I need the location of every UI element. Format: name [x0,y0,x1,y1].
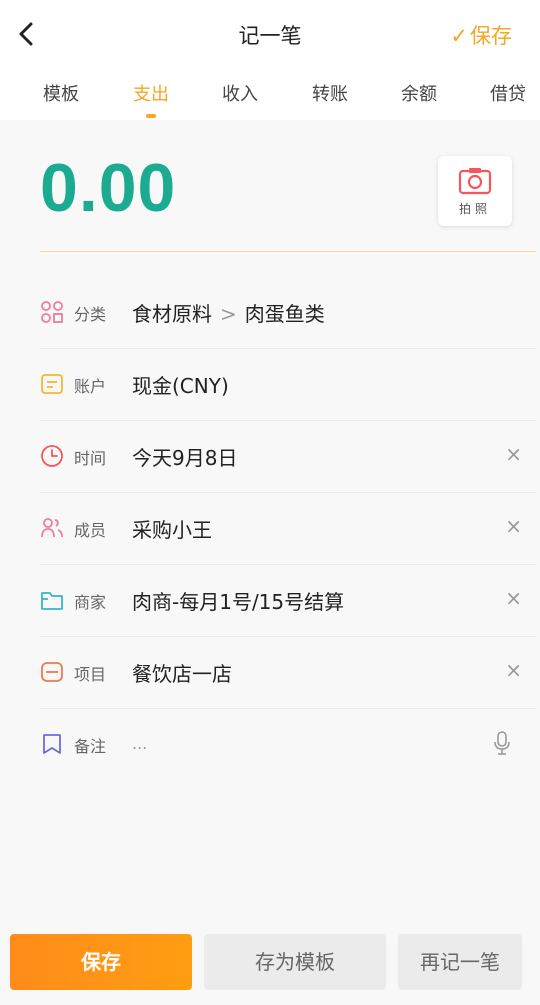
account-value: 现金(CNY) [132,374,229,398]
check-icon: ✓ [450,24,468,48]
tab-template[interactable]: 模板 [43,80,79,106]
merchant-value: 肉商-每月1号/15号结算 [132,590,345,614]
project-clear-icon[interactable]: × [505,658,522,682]
category-label: 分类 [74,305,107,324]
category-icon [40,300,64,324]
save-as-template-button[interactable]: 存为模板 [204,934,386,990]
category-sub: 肉蛋鱼类 [244,302,325,326]
time-row[interactable]: 时间 今天9月8日 × [40,420,536,493]
merchant-label: 商家 [74,593,107,612]
amount-display[interactable]: 0.00 [40,152,176,224]
note-row[interactable]: 备注 ... [40,708,536,780]
members-icon [40,516,64,540]
project-icon [40,660,64,684]
tab-balance[interactable]: 余额 [401,80,437,106]
time-clear-icon[interactable]: × [505,442,522,466]
save-button[interactable]: 保存 [10,934,192,990]
category-main: 食材原料 [132,302,212,326]
amount-divider [40,251,536,252]
tab-loan[interactable]: 借贷 [490,80,526,106]
project-value: 餐饮店一店 [132,662,232,686]
save-header-label: 保存 [470,24,512,48]
clock-icon [40,444,64,468]
member-label: 成员 [74,521,107,540]
save-header-button[interactable]: ✓保存 [450,20,512,50]
time-label: 时间 [74,449,107,468]
account-row[interactable]: 账户 现金(CNY) [40,348,536,421]
category-value: 食材原料 > 肉蛋鱼类 [132,298,325,327]
photo-button[interactable]: 拍照 [438,156,512,226]
record-again-button[interactable]: 再记一笔 [398,934,522,990]
note-icon [40,732,64,756]
time-value: 今天9月8日 [132,446,238,470]
merchant-clear-icon[interactable]: × [505,586,522,610]
wallet-icon [40,372,64,396]
member-row[interactable]: 成员 采购小王 × [40,492,536,565]
note-label: 备注 [74,737,107,756]
merchant-row[interactable]: 商家 肉商-每月1号/15号结算 × [40,564,536,637]
project-label: 项目 [74,665,107,684]
tab-expense[interactable]: 支出 [133,80,169,106]
category-row[interactable]: 分类 食材原料 > 肉蛋鱼类 [40,276,536,349]
type-tabs: 模板 支出 收入 转账 余额 借贷 [0,68,540,120]
photo-label: 拍照 [458,202,491,216]
member-value: 采购小王 [132,518,212,542]
header: 记一笔 ✓保存 [0,0,540,68]
merchant-icon [40,588,64,612]
tab-active-indicator [146,114,156,118]
project-row[interactable]: 项目 餐饮店一店 × [40,636,536,709]
chevron-right-icon: > [220,302,237,326]
microphone-icon[interactable] [492,730,512,760]
camera-icon [458,168,492,195]
tab-transfer[interactable]: 转账 [312,80,348,106]
note-input[interactable]: ... [132,734,147,753]
account-label: 账户 [74,377,107,396]
member-clear-icon[interactable]: × [505,514,522,538]
tab-income[interactable]: 收入 [222,80,258,106]
